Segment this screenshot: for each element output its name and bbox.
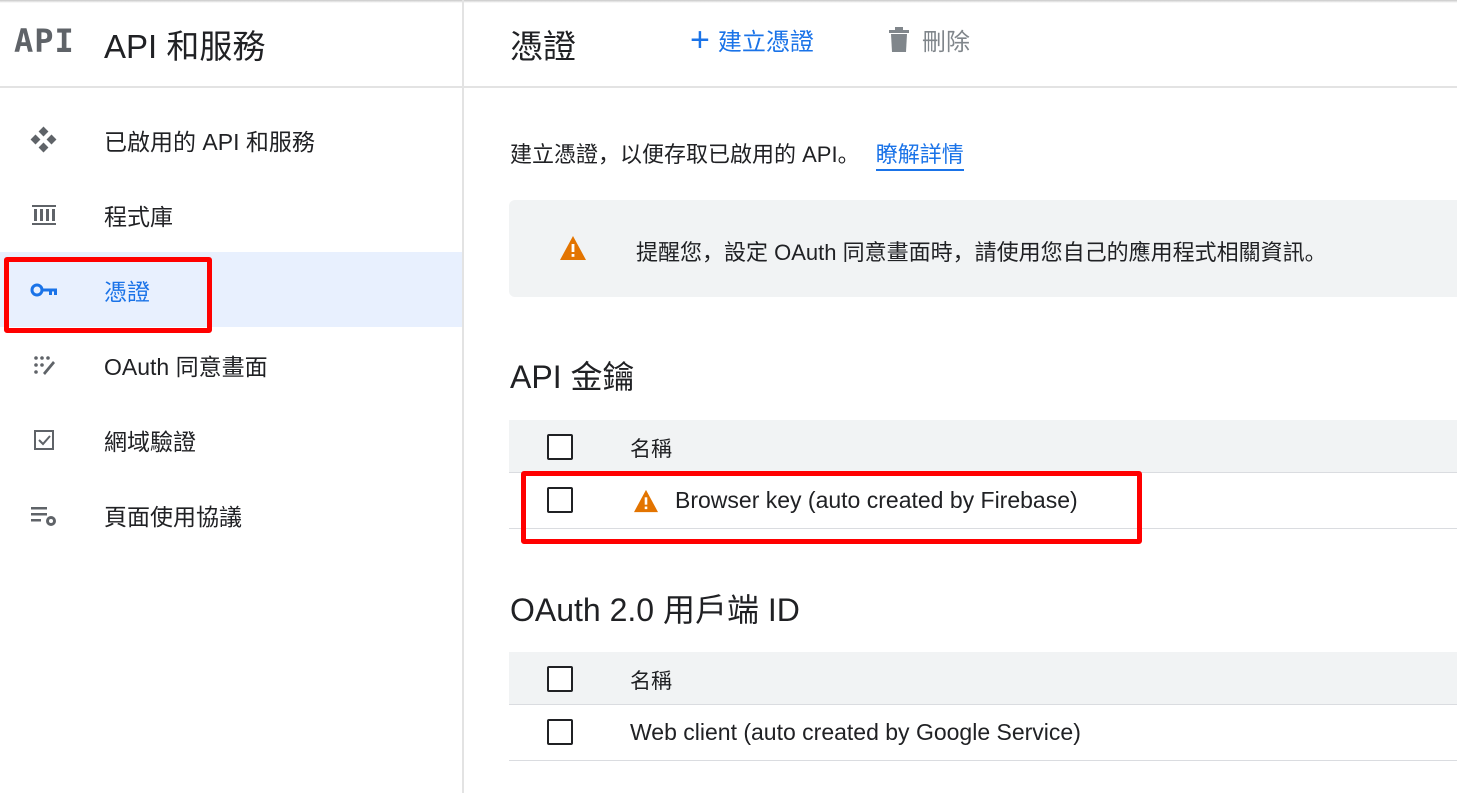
highlight-box-credentials xyxy=(4,257,212,333)
oauth-dots-icon xyxy=(28,351,60,379)
api-diamond-icon xyxy=(28,126,60,154)
warning-icon xyxy=(559,235,587,266)
checkbox-verify-icon xyxy=(28,426,60,454)
table-row[interactable]: Web client (auto created by Google Servi… xyxy=(509,705,1457,761)
intro-text-row: 建立憑證，以便存取已啟用的 API。 瞭解詳情 xyxy=(510,137,964,171)
sidebar-item-label: 頁面使用協議 xyxy=(104,503,242,530)
trash-icon xyxy=(889,26,909,52)
table-header: 名稱 xyxy=(509,652,1457,705)
sidebar-item-enabled-apis[interactable]: 已啟用的 API 和服務 xyxy=(0,102,462,177)
main-header: 憑證 + 建立憑證 刪除 xyxy=(464,0,1457,88)
notice-text: 提醒您，設定 OAuth 同意畫面時，請使用您自己的應用程式相關資訊。 xyxy=(636,240,1327,265)
api-keys-title: API 金鑰 xyxy=(510,359,635,395)
oauth-clients-title: OAuth 2.0 用戶端 ID xyxy=(510,592,800,628)
sidebar-header: API API 和服務 xyxy=(0,0,462,88)
intro-text: 建立憑證，以便存取已啟用的 API。 xyxy=(510,142,860,167)
library-icon xyxy=(28,201,60,229)
create-credentials-label: 建立憑證 xyxy=(717,29,814,56)
row-checkbox[interactable] xyxy=(547,719,573,745)
plus-icon: + xyxy=(690,20,710,59)
create-credentials-button[interactable]: + 建立憑證 xyxy=(690,22,814,57)
delete-label: 刪除 xyxy=(922,29,970,56)
sidebar-item-label: 已啟用的 API 和服務 xyxy=(104,128,315,155)
notice-banner: 提醒您，設定 OAuth 同意畫面時，請使用您自己的應用程式相關資訊。 xyxy=(509,200,1457,297)
sidebar-item-label: 程式庫 xyxy=(104,203,173,230)
settings-list-icon xyxy=(28,501,60,529)
oauth-client-name-link[interactable]: Web client (auto created by Google Servi… xyxy=(630,719,1081,746)
select-all-checkbox[interactable] xyxy=(547,434,573,460)
sidebar-item-domain-verification[interactable]: 網域驗證 xyxy=(0,402,462,477)
sidebar-item-library[interactable]: 程式庫 xyxy=(0,177,462,252)
main-content: 憑證 + 建立憑證 刪除 建立憑證，以便存取已啟用的 API。 瞭解詳情 提醒您… xyxy=(464,0,1457,793)
table-header: 名稱 xyxy=(509,420,1457,473)
oauth-clients-table: 名稱 Web client (auto created by Google Se… xyxy=(509,652,1457,761)
page-title: 憑證 xyxy=(510,28,576,65)
learn-more-link[interactable]: 瞭解詳情 xyxy=(875,142,964,171)
sidebar-title: API 和服務 xyxy=(104,28,266,65)
sidebar: API API 和服務 已啟用的 API 和服務 程式庫 憑證 OAuth 同意… xyxy=(0,0,464,793)
select-all-checkbox[interactable] xyxy=(547,666,573,692)
sidebar-item-label: OAuth 同意畫面 xyxy=(104,353,268,380)
column-name-header: 名稱 xyxy=(630,670,672,693)
sidebar-item-oauth-consent[interactable]: OAuth 同意畫面 xyxy=(0,327,462,402)
sidebar-item-page-usage[interactable]: 頁面使用協議 xyxy=(0,477,462,552)
sidebar-item-label: 網域驗證 xyxy=(104,428,196,455)
highlight-box-browser-key xyxy=(521,471,1142,544)
column-name-header: 名稱 xyxy=(630,438,672,461)
api-logo-icon: API xyxy=(14,22,75,60)
delete-button[interactable]: 刪除 xyxy=(888,22,970,57)
